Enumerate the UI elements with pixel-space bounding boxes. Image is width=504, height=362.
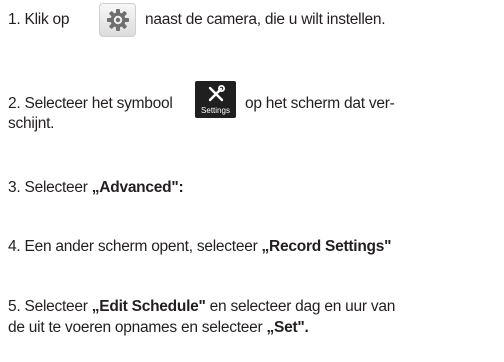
- step-5-line-2: de uit te voeren opnames en selecteer „S…: [8, 318, 309, 338]
- step-4-bold: „Record Settings": [261, 238, 392, 255]
- step-2-text-before: 2. Selecteer het symbool: [8, 95, 173, 112]
- step-5-line-2-text: de uit te voeren opnames en selecteer: [8, 319, 267, 336]
- step-2-text-after: op het scherm dat ver-: [245, 95, 395, 112]
- step-1-text-after: naast de camera, die u wilt instellen.: [145, 11, 386, 28]
- step-4-text: 4. Een ander scherm opent, selecteer: [8, 238, 262, 255]
- step-5-bold: „Edit Schedule": [91, 298, 206, 315]
- settings-icon-label: Settings: [201, 106, 230, 115]
- step-3-text: 3. Selecteer: [8, 179, 92, 196]
- step-5-line-2-bold: „Set".: [266, 319, 309, 336]
- step-4: 4. Een ander scherm opent, selecteer „Re…: [8, 237, 391, 257]
- settings-icon: Settings: [195, 81, 236, 118]
- step-2-continuation: schijnt.: [8, 115, 55, 132]
- step-1-text-before: 1. Klik op: [8, 11, 70, 28]
- step-5-text: 5. Selecteer: [8, 298, 92, 315]
- step-5-text-2: en selecteer dag en uur van: [205, 298, 396, 315]
- step-5-line-1: 5. Selecteer „Edit Schedule" en selectee…: [8, 297, 395, 317]
- gear-icon: [99, 3, 136, 37]
- step-3: 3. Selecteer „Advanced":: [8, 178, 184, 198]
- step-3-bold: „Advanced":: [91, 179, 184, 196]
